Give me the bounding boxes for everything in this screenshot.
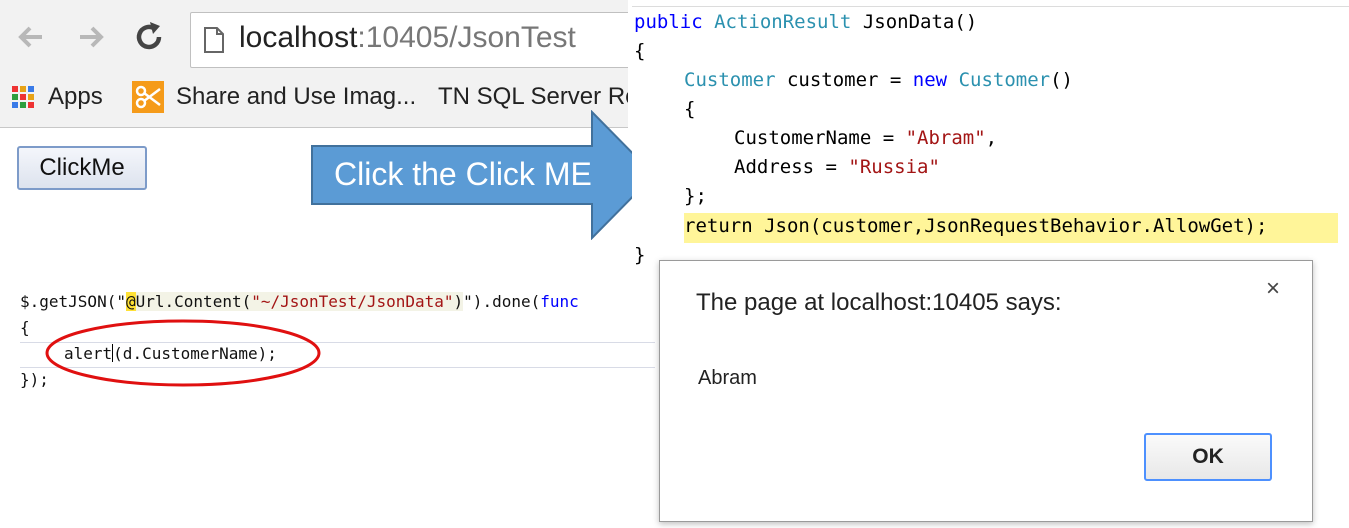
code-line: $.getJSON("@Url.Content("~/JsonTest/Json…	[20, 292, 579, 311]
code-line: Customer customer = new Customer()	[684, 69, 1073, 91]
dialog-message: Abram	[698, 367, 757, 389]
code-line: }	[634, 244, 646, 266]
code-string: "Abram"	[905, 127, 986, 149]
code-line: {	[684, 98, 696, 120]
close-icon[interactable]: ×	[1266, 275, 1280, 303]
scissors-icon	[132, 81, 164, 113]
code-string: "Russia"	[848, 156, 940, 178]
code-token: ").done(	[463, 292, 541, 311]
code-token: JsonData()	[851, 11, 978, 33]
reload-icon[interactable]	[132, 20, 166, 54]
bookmark-tn-sql[interactable]: TN SQL Server Re	[438, 80, 628, 114]
code-keyword: public	[634, 11, 703, 33]
code-token: .	[164, 292, 175, 311]
address-bar[interactable]: localhost:10405/JsonTest	[190, 12, 628, 68]
code-string: "~/JsonTest/JsonData"	[251, 292, 454, 311]
code-token: CustomerName =	[734, 127, 906, 149]
code-type: Customer	[684, 69, 776, 91]
alert-dialog: The page at localhost:10405 says: × Abra…	[659, 260, 1313, 522]
bookmark-apps[interactable]: Apps	[12, 80, 103, 114]
dialog-title: The page at localhost:10405 says:	[696, 289, 1062, 316]
cs-code-block: public ActionResult JsonData() { Custome…	[632, 6, 1349, 275]
bookmark-share-label: Share and Use Imag...	[176, 83, 417, 110]
code-keyword: new	[912, 69, 948, 91]
code-token: (	[241, 292, 252, 311]
code-line: CustomerName = "Abram",	[734, 127, 997, 149]
bookmark-apps-label: Apps	[48, 83, 103, 110]
code-type: Customer	[958, 69, 1051, 91]
code-token: ,	[985, 127, 998, 149]
code-line: };	[684, 185, 707, 207]
code-token: $.getJSON("	[20, 292, 126, 311]
forward-arrow-icon[interactable]	[74, 20, 108, 54]
url-host: localhost	[239, 21, 358, 54]
bookmark-share[interactable]: Share and Use Imag...	[132, 80, 416, 114]
code-token: Address =	[734, 156, 849, 178]
code-line: public ActionResult JsonData()	[634, 11, 977, 33]
clickme-button[interactable]: ClickMe	[17, 146, 147, 190]
browser-toolbar: localhost:10405/JsonTest Apps Share and …	[0, 0, 628, 128]
arrow-label: Click the Click ME	[334, 156, 592, 192]
code-type: ActionResult	[714, 11, 852, 33]
page-icon	[204, 27, 224, 53]
code-token: customer =	[775, 69, 913, 91]
ok-button[interactable]: OK	[1144, 433, 1272, 481]
code-line: {	[20, 318, 30, 337]
code-token: Content	[174, 292, 242, 311]
code-line: {	[634, 40, 646, 62]
razor-at-token: @	[125, 292, 136, 311]
url-text: localhost:10405/JsonTest	[239, 21, 576, 55]
annotation-ellipse	[45, 319, 321, 387]
code-line: Address = "Russia"	[734, 156, 940, 178]
code-token: ()	[1050, 69, 1073, 91]
code-token: Url	[135, 292, 165, 311]
bookmark-tn-label: TN SQL Server Re	[438, 83, 628, 110]
url-path: :10405/JsonTest	[357, 21, 576, 54]
back-arrow-icon[interactable]	[14, 20, 48, 54]
code-token: )	[453, 292, 464, 311]
code-keyword: func	[540, 292, 579, 311]
apps-grid-icon	[12, 86, 34, 108]
code-line: return Json(customer,JsonRequestBehavior…	[684, 215, 1268, 237]
